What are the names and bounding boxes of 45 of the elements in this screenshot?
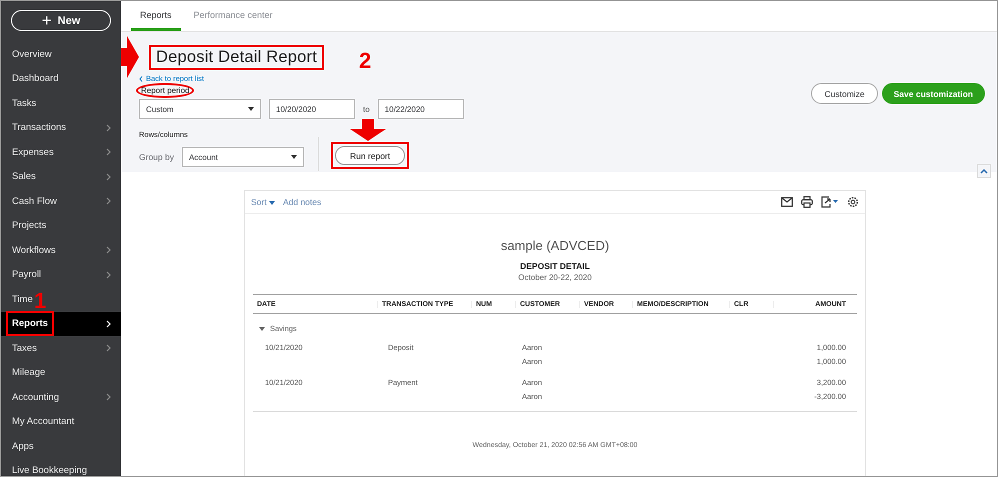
nav-item[interactable]: Accounting	[1, 385, 121, 410]
callout-number: 2	[358, 50, 372, 72]
collapse-button[interactable]	[977, 164, 991, 178]
nav-item[interactable]: Mileage	[1, 360, 121, 385]
field-label: Group by	[139, 152, 174, 162]
nav-item[interactable]: Sales	[1, 164, 121, 189]
settings-icon[interactable]	[847, 196, 859, 208]
report-period: October 20-22, 2020	[517, 273, 593, 282]
new-button[interactable]: + New	[11, 10, 111, 31]
company-name: sample (ADVCED)	[500, 238, 610, 253]
nav-item[interactable]: Payroll	[1, 262, 121, 287]
caret-icon	[268, 201, 275, 205]
period-select[interactable]: Custom	[139, 99, 261, 119]
nav-item[interactable]: Projects	[1, 214, 121, 238]
nav-item[interactable]: Workflows	[1, 238, 121, 262]
caret-icon	[290, 155, 297, 159]
caret-up-icon	[980, 168, 988, 174]
date-field[interactable]: 10/22/2020	[378, 99, 464, 119]
caret-icon	[248, 107, 254, 111]
callout-number: 1	[34, 290, 46, 312]
nav-item[interactable]: Reports	[1, 312, 121, 336]
page-title: Deposit Detail Report	[151, 46, 322, 68]
sort-button[interactable]: Sort	[251, 197, 275, 207]
nav-item[interactable]: Transactions	[1, 116, 121, 140]
back-icon[interactable]	[139, 76, 143, 82]
nav-item[interactable]: Expenses	[1, 140, 121, 164]
nav-item[interactable]: Taxes	[1, 336, 121, 360]
export-icon[interactable]	[821, 196, 839, 208]
nav-item[interactable]: Tasks	[1, 91, 121, 116]
nav-item[interactable]: Apps	[1, 434, 121, 458]
print-icon[interactable]	[801, 196, 813, 208]
run-report-button[interactable]: Run report	[334, 146, 406, 165]
email-icon[interactable]	[781, 197, 793, 207]
group-by-select[interactable]: Account	[182, 147, 304, 167]
nav-item[interactable]: Dashboard	[1, 66, 121, 91]
nav-item[interactable]: My Accountant	[1, 410, 121, 434]
nav-item[interactable]: Cash Flow	[1, 189, 121, 214]
add-notes-link[interactable]: Add notes	[282, 197, 322, 207]
to-label: to	[363, 104, 370, 114]
nav-item[interactable]: Overview	[1, 42, 121, 66]
report-title: DEPOSIT DETAIL	[519, 261, 591, 271]
collapse-icon[interactable]	[259, 326, 265, 330]
date-field[interactable]: 10/20/2020	[269, 99, 355, 119]
customize-button[interactable]: Customize	[811, 83, 878, 104]
nav-item[interactable]: Live Bookkeeping	[1, 458, 121, 476]
